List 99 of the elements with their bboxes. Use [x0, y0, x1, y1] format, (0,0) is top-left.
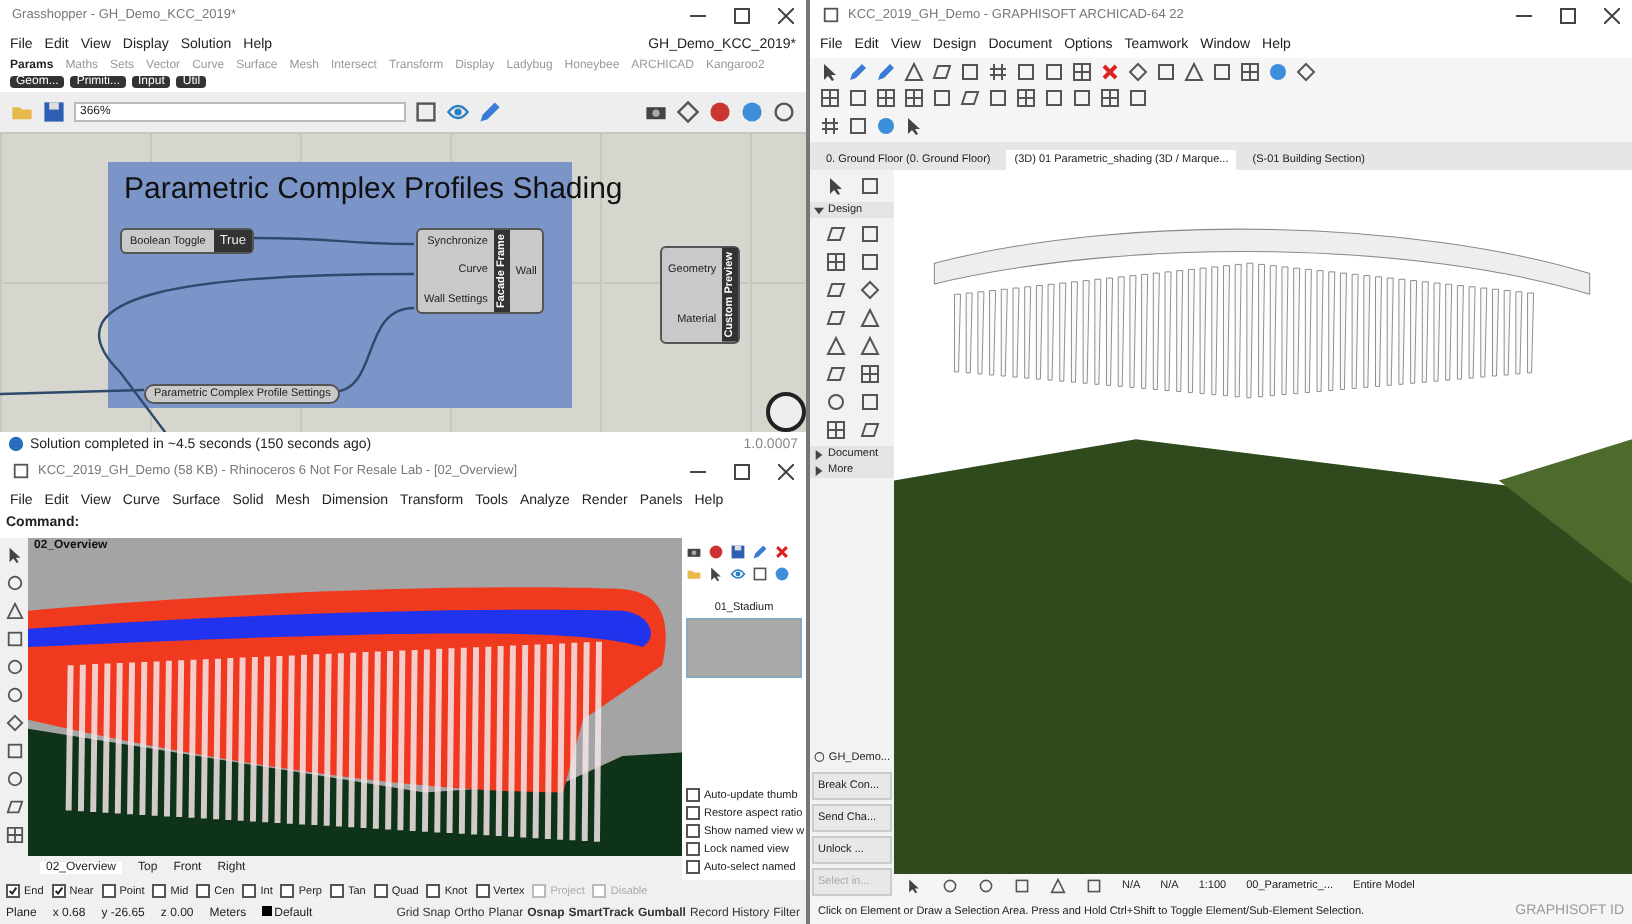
- square-icon[interactable]: [859, 176, 879, 196]
- square-icon[interactable]: [960, 61, 980, 81]
- grid-icon[interactable]: [904, 87, 924, 107]
- square-icon[interactable]: [752, 566, 768, 582]
- checkbox[interactable]: [686, 860, 700, 874]
- diamond-icon[interactable]: [676, 100, 700, 124]
- osnap-checkbox[interactable]: [196, 884, 211, 898]
- square-icon[interactable]: [1014, 878, 1030, 894]
- close-icon[interactable]: [778, 463, 794, 479]
- caret-icon: [814, 205, 824, 215]
- grid-icon[interactable]: [1072, 61, 1092, 81]
- triangle-icon[interactable]: [5, 602, 23, 620]
- navigation-compass[interactable]: [766, 392, 806, 432]
- diamond-icon[interactable]: [859, 280, 879, 300]
- sphere-icon[interactable]: [708, 544, 724, 560]
- grid-icon[interactable]: [1100, 87, 1120, 107]
- cursor-icon[interactable]: [825, 176, 845, 196]
- close-icon[interactable]: [774, 544, 790, 560]
- grid-icon[interactable]: [820, 87, 840, 107]
- square-icon[interactable]: [1044, 87, 1064, 107]
- square-icon[interactable]: [1086, 878, 1102, 894]
- square-icon[interactable]: [988, 87, 1008, 107]
- circle-icon[interactable]: [772, 100, 796, 124]
- square-icon[interactable]: [1044, 61, 1064, 81]
- osnap-checkbox[interactable]: [475, 884, 490, 898]
- square-icon[interactable]: [1156, 61, 1176, 81]
- osnap-checkbox[interactable]: [329, 884, 344, 898]
- osnap-checkbox[interactable]: [101, 884, 116, 898]
- circle-icon[interactable]: [825, 392, 845, 412]
- pencil-icon[interactable]: [752, 544, 768, 560]
- grid-icon[interactable]: [1240, 61, 1260, 81]
- grid-icon[interactable]: [825, 252, 845, 272]
- grid-icon[interactable]: [825, 420, 845, 440]
- circle-icon[interactable]: [5, 574, 23, 592]
- osnap-checkbox[interactable]: [426, 884, 441, 898]
- grid-hash-icon[interactable]: [988, 61, 1008, 81]
- grid-hash-icon[interactable]: [820, 116, 840, 136]
- cursor-icon[interactable]: [906, 878, 922, 894]
- grid-icon[interactable]: [5, 826, 23, 844]
- square-icon[interactable]: [1072, 87, 1092, 107]
- square-icon[interactable]: [1212, 61, 1232, 81]
- sphere-icon[interactable]: [708, 100, 732, 124]
- grid-icon[interactable]: [859, 364, 879, 384]
- osnap-checkbox[interactable]: [373, 884, 388, 898]
- info-icon: [814, 750, 825, 764]
- square-icon[interactable]: [859, 252, 879, 272]
- circle-icon[interactable]: [978, 878, 994, 894]
- osnap-checkbox[interactable]: [51, 884, 66, 898]
- grid-icon[interactable]: [1016, 87, 1036, 107]
- square-icon[interactable]: [859, 392, 879, 412]
- close-icon[interactable]: [778, 7, 794, 23]
- osnap-checkbox[interactable]: [152, 884, 167, 898]
- circle-icon[interactable]: [5, 658, 23, 676]
- diamond-icon[interactable]: [1296, 61, 1316, 81]
- osnap-checkbox[interactable]: [280, 884, 295, 898]
- view-thumbnail[interactable]: [686, 618, 802, 678]
- square-icon[interactable]: [5, 742, 23, 760]
- close-icon[interactable]: [1100, 61, 1120, 81]
- info-icon: [8, 436, 24, 452]
- checkbox[interactable]: [686, 824, 700, 838]
- square-icon[interactable]: [1016, 61, 1036, 81]
- checkbox[interactable]: [686, 842, 700, 856]
- maximize-icon[interactable]: [734, 463, 750, 479]
- circle-icon[interactable]: [5, 770, 23, 788]
- square-icon[interactable]: [822, 6, 840, 24]
- pencil-icon[interactable]: [478, 100, 502, 124]
- triangle-icon[interactable]: [1184, 61, 1204, 81]
- square-icon[interactable]: [848, 87, 868, 107]
- cursor-icon[interactable]: [5, 546, 23, 564]
- maximize-icon[interactable]: [1560, 7, 1576, 23]
- square-icon[interactable]: [5, 630, 23, 648]
- grid-icon[interactable]: [876, 87, 896, 107]
- square-icon[interactable]: [12, 462, 30, 480]
- close-icon[interactable]: [1604, 7, 1620, 23]
- cursor-icon[interactable]: [820, 61, 840, 81]
- checkbox[interactable]: [686, 788, 700, 802]
- camera-icon[interactable]: [686, 544, 702, 560]
- square-icon[interactable]: [848, 116, 868, 136]
- group-title: Parametric Complex Profiles Shading: [124, 172, 623, 206]
- osnap-checkbox[interactable]: [6, 884, 20, 898]
- square-icon[interactable]: [859, 224, 879, 244]
- osnap-checkbox[interactable]: [242, 884, 257, 898]
- cursor-icon[interactable]: [708, 566, 724, 582]
- circle-icon[interactable]: [942, 878, 958, 894]
- eye-icon[interactable]: [446, 100, 470, 124]
- diamond-icon[interactable]: [1128, 61, 1148, 81]
- eye-icon[interactable]: [730, 566, 746, 582]
- square-icon[interactable]: [932, 87, 952, 107]
- diamond-icon[interactable]: [5, 714, 23, 732]
- checkbox[interactable]: [686, 806, 700, 820]
- save-icon[interactable]: [42, 100, 66, 124]
- circle-icon[interactable]: [5, 686, 23, 704]
- maximize-icon[interactable]: [734, 7, 750, 23]
- cursor-icon[interactable]: [904, 116, 924, 136]
- save-icon[interactable]: [730, 544, 746, 560]
- square-icon[interactable]: [1128, 87, 1148, 107]
- triangle-icon[interactable]: [1050, 878, 1066, 894]
- square-icon[interactable]: [414, 100, 438, 124]
- triangle-icon[interactable]: [904, 61, 924, 81]
